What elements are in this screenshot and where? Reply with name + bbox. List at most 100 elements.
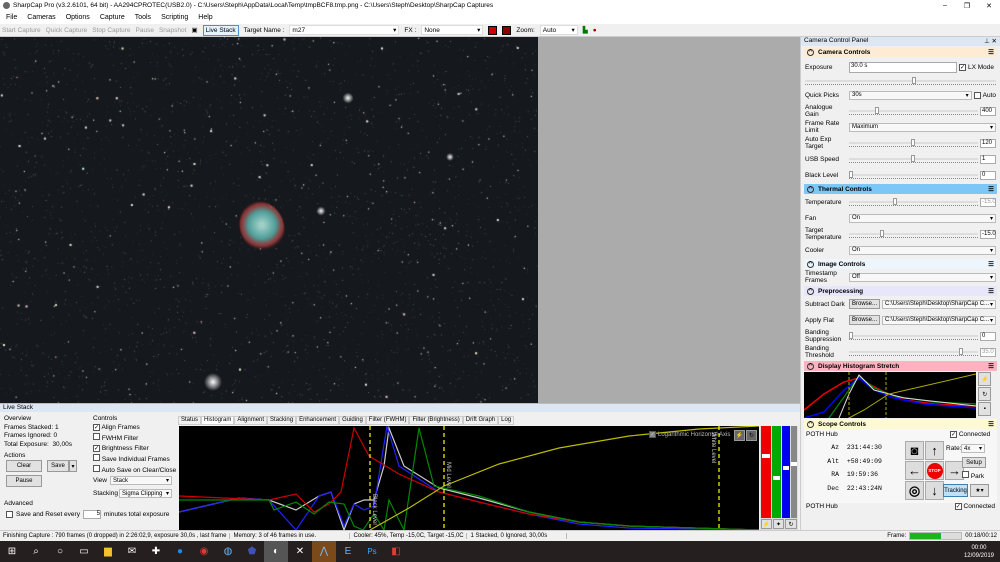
snapshot-button[interactable]: Snapshot [159, 27, 186, 34]
reticle-icon[interactable] [488, 25, 498, 35]
x-app-icon[interactable]: ✕ [288, 541, 312, 562]
fan-select[interactable]: On ▾ [849, 213, 996, 223]
reset-icon[interactable]: ↻ [785, 519, 797, 529]
clear-button[interactable]: Clear [6, 460, 42, 472]
tracking-button[interactable]: Tracking [943, 484, 968, 497]
browse-dark-button[interactable]: Browse... [849, 299, 881, 309]
target-name-input[interactable]: m27 ▾ [289, 25, 400, 35]
banding-suppression-input[interactable]: 0 [980, 331, 996, 341]
browse-flat-button[interactable]: Browse... [849, 315, 881, 325]
exposure-slider[interactable] [805, 77, 996, 85]
pin-icon[interactable]: ⊥ ✕ [984, 37, 997, 46]
red-level-slider[interactable] [761, 426, 771, 518]
star-icon[interactable]: ✦ [773, 519, 784, 529]
histogram-stretch-header[interactable]: ^ Display Histogram Stretch ☰ [804, 361, 997, 371]
connected-checkbox[interactable]: ✓ [950, 431, 957, 438]
image-controls-header[interactable]: ^ Image Controls ☰ [804, 259, 997, 269]
blue-level-slider[interactable] [782, 426, 790, 518]
tab-enhancement[interactable]: Enhancement [296, 416, 340, 425]
menu-icon[interactable]: ☰ [988, 420, 994, 428]
save-dropdown-icon[interactable]: ▾ [69, 460, 77, 472]
stop-capture-button[interactable]: Stop Capture [92, 27, 130, 34]
tab-alignment[interactable]: Alignment [234, 416, 268, 425]
windows-start-icon[interactable]: ⊞ [0, 541, 24, 562]
collapse-icon[interactable]: ^ [807, 420, 814, 428]
auto-exp-target-input[interactable]: 120 [980, 138, 996, 148]
live-stack-button[interactable]: Live Stack [202, 24, 239, 36]
pause-stack-button[interactable]: Pause [6, 475, 42, 487]
menu-icon[interactable]: ☰ [988, 185, 994, 193]
exposure-input[interactable]: 30.0 s [849, 61, 957, 73]
quick-capture-button[interactable]: Quick Capture [46, 27, 88, 34]
thermal-controls-header[interactable]: ^ Thermal Controls ☰ [804, 184, 997, 194]
collapse-icon[interactable]: ^ [807, 287, 814, 295]
task-view-icon[interactable]: ▭ [72, 541, 96, 562]
stretch-histogram-graph[interactable] [804, 372, 976, 418]
banding-suppression-slider[interactable] [849, 332, 978, 340]
auto-icon[interactable]: ⚡ [761, 519, 772, 529]
save-button[interactable]: Save [47, 460, 69, 472]
browser-icon[interactable]: ◍ [216, 541, 240, 562]
monitor-icon[interactable]: ▣ [191, 26, 197, 34]
green-level-slider[interactable] [772, 426, 781, 518]
timestamp-frames-select[interactable]: Off ▾ [849, 272, 996, 282]
tab-stacking[interactable]: Stacking [267, 416, 297, 425]
black-level-slider[interactable] [849, 171, 978, 179]
reticle-alt-icon[interactable] [502, 25, 512, 35]
stacking-select[interactable]: Sigma Clipping ▾ [119, 489, 172, 498]
arrow-down-icon[interactable]: ↓ [925, 481, 944, 500]
auto-stretch-icon[interactable]: ⚡ [978, 372, 992, 386]
maximize-button[interactable]: ❐ [956, 2, 978, 10]
menu-options[interactable]: Options [66, 14, 90, 21]
histogram-icon[interactable]: ▙ [583, 26, 588, 34]
reset-icon[interactable]: ↻ [746, 430, 757, 441]
shield-app-icon[interactable]: ⬟ [240, 541, 264, 562]
spiral-search-icon[interactable]: ◙ [905, 441, 924, 460]
cooler-select[interactable]: On ▾ [849, 245, 996, 255]
menu-icon[interactable]: ☰ [988, 48, 994, 56]
live-stack-histogram[interactable]: Black Level Mid Level White Level ✓ Logar… [178, 425, 760, 532]
mail-icon[interactable]: ✉ [120, 541, 144, 562]
tab-filter-fwhm[interactable]: Filter (FWHM) [365, 416, 410, 425]
chrome-icon[interactable]: ◉ [192, 541, 216, 562]
minutes-stepper[interactable]: 5 [82, 510, 101, 519]
luminance-level-slider[interactable] [791, 426, 797, 518]
preprocessing-header[interactable]: ^ Preprocessing ☰ [804, 286, 997, 296]
auto-save-checkbox[interactable] [93, 465, 100, 472]
log-axis-checkbox[interactable]: ✓ [649, 431, 656, 438]
target-icon[interactable]: ◎ [905, 481, 924, 500]
stop-button[interactable]: STOP [925, 461, 944, 480]
search-icon[interactable]: ⌕ [24, 541, 48, 562]
setup-button[interactable]: Setup [962, 457, 986, 468]
magnifier-icon[interactable]: ● [593, 27, 597, 34]
cortana-icon[interactable]: ○ [48, 541, 72, 562]
auto-exp-target-slider[interactable] [849, 139, 978, 147]
image-app-icon[interactable]: ◧ [384, 541, 408, 562]
close-button[interactable]: ✕ [978, 2, 1000, 10]
menu-capture[interactable]: Capture [100, 14, 125, 21]
usb-speed-input[interactable]: 1 [980, 154, 996, 164]
black-level-input[interactable]: 0 [980, 170, 996, 180]
pause-button[interactable]: Pause [136, 27, 154, 34]
menu-help[interactable]: Help [198, 14, 212, 21]
scope-controls-header[interactable]: ^ Scope Controls ☰ [804, 419, 997, 429]
arrow-left-icon[interactable]: ← [905, 461, 924, 480]
image-viewer[interactable] [0, 37, 800, 403]
menu-file[interactable]: File [6, 14, 17, 21]
photoshop-icon[interactable]: Ps [360, 541, 384, 562]
menu-icon[interactable]: ☰ [988, 260, 994, 268]
editor-app-icon[interactable]: Ε [336, 541, 360, 562]
file-explorer-icon[interactable]: ▆ [96, 541, 120, 562]
save-individual-checkbox[interactable] [93, 454, 100, 461]
minimize-button[interactable]: – [934, 2, 956, 9]
collapse-icon[interactable]: ^ [807, 260, 814, 268]
park-checkbox[interactable] [962, 471, 969, 478]
save-reset-checkbox[interactable] [6, 511, 13, 518]
camera-controls-header[interactable]: ^ Camera Controls ☰ [804, 47, 997, 57]
tab-drift-graph[interactable]: Drift Graph [462, 416, 499, 425]
star-dropdown-icon[interactable]: ★▾ [970, 484, 989, 497]
save-icon[interactable]: ▪ [978, 402, 992, 416]
sharpcap-icon[interactable]: ◐ [264, 541, 288, 562]
tab-histogram[interactable]: Histogram [201, 416, 235, 425]
start-capture-button[interactable]: Start Capture [2, 27, 41, 34]
